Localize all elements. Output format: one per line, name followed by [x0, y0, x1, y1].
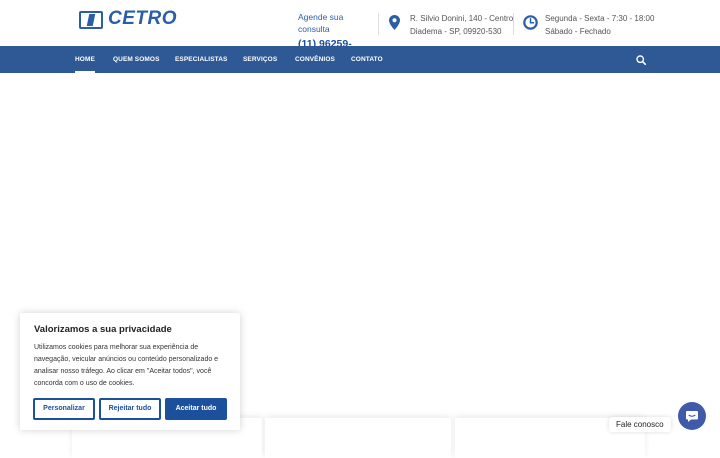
main-nav: HOME QUEM SOMOS ESPECIALISTAS SERVIÇOS C… — [0, 46, 720, 73]
divider — [513, 13, 514, 35]
address-line-2: Diadema - SP, 09920-530 — [410, 27, 502, 36]
nav-convenios[interactable]: CONVÊNIOS — [295, 46, 335, 73]
nav-servicos[interactable]: SERVIÇOS — [243, 46, 277, 73]
nav-contato[interactable]: CONTATO — [351, 46, 383, 73]
cookie-banner: Valorizamos a sua privacidade Utilizamos… — [20, 313, 240, 430]
opening-hours: Segunda - Sexta - 7:30 - 18:00 Sábado - … — [545, 12, 654, 38]
nav-especialistas[interactable]: ESPECIALISTAS — [175, 46, 227, 73]
contact-label: Agende sua consulta — [298, 12, 344, 34]
hours-line-2: Sábado - Fechado — [545, 27, 611, 36]
header: CETRO Agende sua consulta (11) 96259-912… — [0, 0, 720, 64]
hours-line-1: Segunda - Sexta - 7:30 - 18:00 — [545, 14, 655, 23]
reject-all-button[interactable]: Rejeitar tudo — [99, 398, 161, 420]
accept-all-button[interactable]: Aceitar tudo — [165, 398, 227, 420]
logo-mark — [79, 11, 103, 29]
customize-button[interactable]: Personalizar — [33, 398, 95, 420]
chat-icon — [686, 411, 698, 422]
divider — [378, 13, 379, 35]
nav-quem-somos[interactable]: QUEM SOMOS — [113, 46, 160, 73]
logo[interactable]: CETRO — [79, 8, 177, 32]
chat-label[interactable]: Fale conosco — [609, 417, 671, 432]
pin-icon — [389, 15, 400, 30]
service-card — [265, 418, 451, 458]
address-line-1: R. Silvio Donini, 140 - Centro — [410, 14, 514, 23]
logo-text: CETRO — [108, 8, 177, 29]
cookie-text: Utilizamos cookies para melhorar sua exp… — [34, 344, 219, 387]
nav-home[interactable]: HOME — [75, 46, 95, 73]
cookie-title: Valorizamos a sua privacidade — [34, 324, 172, 335]
search-icon[interactable] — [636, 55, 646, 65]
address: R. Silvio Donini, 140 - Centro Diadema -… — [410, 12, 513, 38]
chat-button[interactable] — [678, 402, 706, 430]
clock-icon — [523, 15, 538, 30]
